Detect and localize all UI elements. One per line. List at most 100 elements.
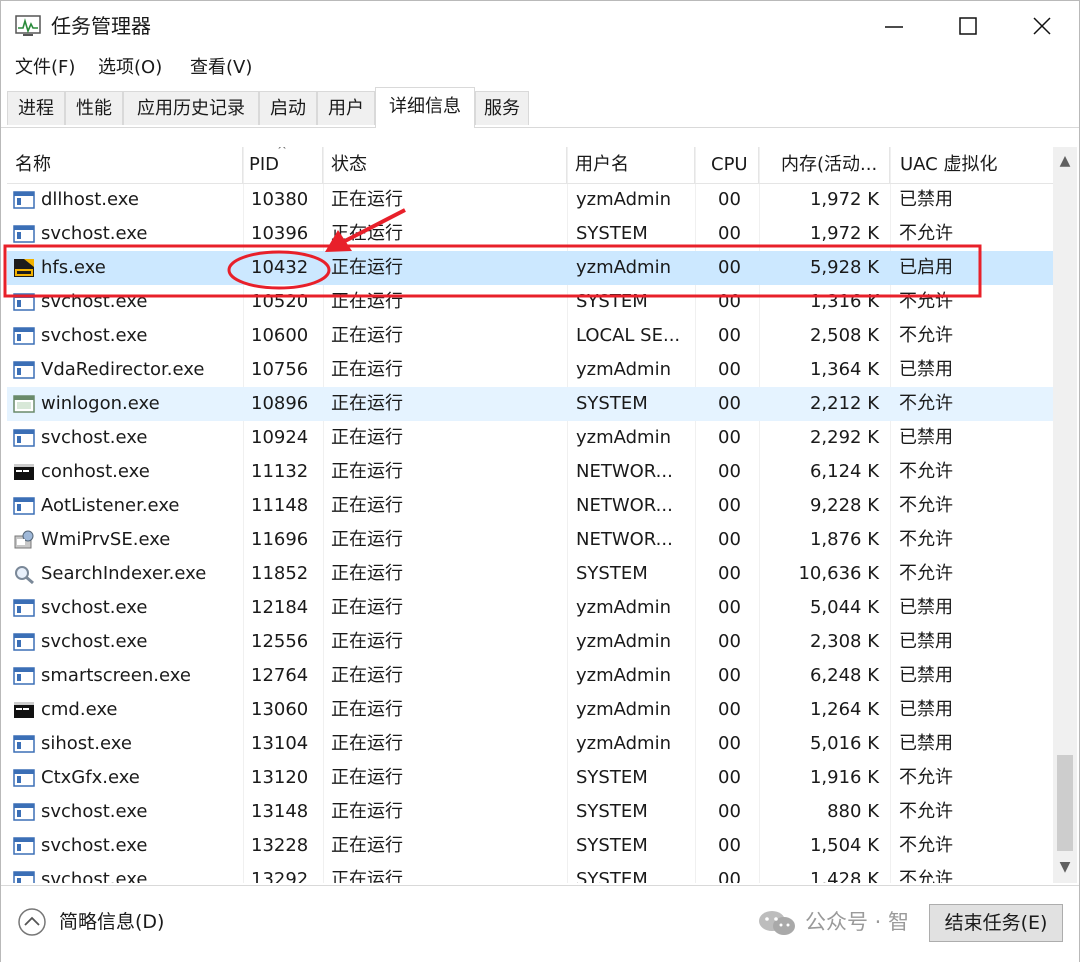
table-row[interactable]: sihost.exe 13104 正在运行 yzmAdmin 00 5,016 K 已禁用: [7, 727, 1053, 761]
process-cpu: 00: [718, 291, 741, 312]
table-row[interactable]: smartscreen.exe 12764 正在运行 yzmAdmin 00 6,248 …: [7, 659, 1053, 693]
title-bar[interactable]: 任务管理器: [1, 1, 1079, 51]
process-cpu: 00: [718, 733, 741, 754]
process-uac: 不允许: [899, 767, 953, 788]
tab-services[interactable]: 服务: [475, 91, 529, 125]
table-row[interactable]: WmiPrvSE.exe 11696 正在运行 NETWOR... 00 1,876 K 不…: [7, 523, 1053, 557]
watermark-text: 公众号 · 智: [805, 910, 910, 934]
process-name: svchost.exe: [41, 597, 148, 618]
footer-bar: 简略信息(D) 公众号 · 智 结束任务(E): [1, 885, 1079, 962]
process-memory: 1,504 K: [809, 835, 879, 856]
table-row[interactable]: svchost.exe 12184 正在运行 yzmAdmin 00 5,044 K 已禁用: [7, 591, 1053, 625]
process-memory: 1,364 K: [809, 359, 879, 380]
menu-view[interactable]: 查看(V): [190, 53, 252, 83]
table-row[interactable]: SearchIndexer.exe 11852 正在运行 SYSTEM 00 10,636…: [7, 557, 1053, 591]
process-user: yzmAdmin: [576, 597, 672, 618]
process-uac: 不允许: [899, 835, 953, 856]
end-task-button[interactable]: 结束任务(E): [929, 904, 1063, 942]
wechat-icon: [759, 911, 795, 935]
menu-file[interactable]: 文件(F): [15, 53, 75, 83]
process-status: 正在运行: [331, 529, 403, 550]
process-user: NETWOR...: [576, 529, 673, 550]
menu-options[interactable]: 选项(O): [98, 53, 162, 83]
tab-app-history[interactable]: 应用历史记录: [123, 91, 259, 125]
process-status: 正在运行: [331, 801, 403, 822]
table-header: 名称 PID 状态 用户名 CPU 内存(活动... UAC 虚拟化 ^: [7, 147, 1053, 184]
process-uac: 已禁用: [899, 359, 953, 380]
process-uac: 已禁用: [899, 665, 953, 686]
process-status: 正在运行: [331, 665, 403, 686]
process-uac: 不允许: [899, 495, 953, 516]
task-manager-icon: [15, 15, 41, 36]
window-icon: [13, 191, 35, 209]
table-row[interactable]: svchost.exe 12556 正在运行 yzmAdmin 00 2,308 K 已禁用: [7, 625, 1053, 659]
column-header-cpu[interactable]: CPU: [695, 147, 759, 183]
process-name: conhost.exe: [41, 461, 150, 482]
process-name: dllhost.exe: [41, 189, 139, 210]
hfs-icon: [14, 259, 34, 277]
table-row[interactable]: conhost.exe 11132 正在运行 NETWOR... 00 6,124 K 不允…: [7, 455, 1053, 489]
wmi-icon: [14, 530, 34, 549]
table-row[interactable]: AotListener.exe 11148 正在运行 NETWOR... 00 9,228…: [7, 489, 1053, 523]
process-uac: 不允许: [899, 291, 953, 312]
minimize-button[interactable]: [857, 1, 931, 51]
close-button[interactable]: [1005, 1, 1079, 51]
table-row[interactable]: svchost.exe 10396 正在运行 SYSTEM 00 1,972 K 不允许: [7, 217, 1053, 251]
process-pid: 11148: [251, 495, 309, 516]
table-row[interactable]: svchost.exe 13148 正在运行 SYSTEM 00 880 K 不允许: [7, 795, 1053, 829]
column-header-uac[interactable]: UAC 虚拟化: [890, 147, 1053, 183]
process-name: smartscreen.exe: [41, 665, 191, 686]
table-row[interactable]: hfs.exe 10432 正在运行 yzmAdmin 00 5,928 K 已启用: [7, 251, 1053, 285]
table-row[interactable]: winlogon.exe 10896 正在运行 SYSTEM 00 2,212 K 不允许: [7, 387, 1053, 421]
process-memory: 880 K: [827, 801, 879, 822]
task-manager-window: 任务管理器 文件(F) 选项(O) 查看(V) 进程 性能 应用历史记录 启动 …: [0, 0, 1080, 962]
window-icon: [13, 361, 35, 379]
process-memory: 1,972 K: [809, 189, 879, 210]
process-user: yzmAdmin: [576, 631, 672, 652]
process-memory: 1,916 K: [809, 767, 879, 788]
table-row[interactable]: svchost.exe 10600 正在运行 LOCAL SE... 00 2,508 K…: [7, 319, 1053, 353]
chevron-up-icon[interactable]: [17, 907, 47, 937]
table-row[interactable]: dllhost.exe 10380 正在运行 yzmAdmin 00 1,972 K 已禁用: [7, 183, 1053, 217]
table-row[interactable]: VdaRedirector.exe 10756 正在运行 yzmAdmin 00 1,36…: [7, 353, 1053, 387]
tab-performance[interactable]: 性能: [65, 91, 123, 125]
column-header-name[interactable]: 名称: [7, 147, 243, 183]
process-status: 正在运行: [331, 427, 403, 448]
process-uac: 已禁用: [899, 189, 953, 210]
process-cpu: 00: [718, 189, 741, 210]
column-header-user[interactable]: 用户名: [567, 147, 695, 183]
process-cpu: 00: [718, 257, 741, 278]
process-status: 正在运行: [331, 733, 403, 754]
process-status: 正在运行: [331, 767, 403, 788]
table-row[interactable]: svchost.exe 10520 正在运行 SYSTEM 00 1,316 K 不允许: [7, 285, 1053, 319]
column-header-status[interactable]: 状态: [323, 147, 567, 183]
process-user: yzmAdmin: [576, 733, 672, 754]
window-icon: [13, 769, 35, 787]
table-row[interactable]: CtxGfx.exe 13120 正在运行 SYSTEM 00 1,916 K 不允许: [7, 761, 1053, 795]
process-user: yzmAdmin: [576, 257, 672, 278]
table-row[interactable]: svchost.exe 13292 正在运行 SYSTEM 00 1,428 K 不允许: [7, 863, 1053, 883]
tab-details[interactable]: 详细信息: [375, 87, 475, 128]
table-row[interactable]: svchost.exe 13228 正在运行 SYSTEM 00 1,504 K 不允许: [7, 829, 1053, 863]
process-status: 正在运行: [331, 257, 403, 278]
tab-processes[interactable]: 进程: [7, 91, 65, 125]
maximize-button[interactable]: [931, 1, 1005, 51]
process-name: svchost.exe: [41, 223, 148, 244]
column-header-memory[interactable]: 内存(活动...: [759, 147, 890, 183]
process-status: 正在运行: [331, 325, 403, 346]
tab-startup[interactable]: 启动: [259, 91, 317, 125]
scroll-thumb[interactable]: [1057, 755, 1073, 851]
process-status: 正在运行: [331, 461, 403, 482]
process-name: svchost.exe: [41, 291, 148, 312]
process-pid: 13060: [251, 699, 309, 720]
process-pid: 10380: [251, 189, 309, 210]
scroll-down-icon[interactable]: ▼: [1053, 855, 1077, 879]
process-name: SearchIndexer.exe: [41, 563, 207, 584]
vertical-scrollbar[interactable]: ▲ ▼: [1053, 147, 1077, 883]
process-cpu: 00: [718, 835, 741, 856]
scroll-up-icon[interactable]: ▲: [1053, 149, 1077, 173]
tab-users[interactable]: 用户: [317, 91, 375, 125]
table-row[interactable]: svchost.exe 10924 正在运行 yzmAdmin 00 2,292 K 已禁用: [7, 421, 1053, 455]
fewer-details-link[interactable]: 简略信息(D): [59, 908, 164, 936]
table-row[interactable]: cmd.exe 13060 正在运行 yzmAdmin 00 1,264 K 已禁用: [7, 693, 1053, 727]
